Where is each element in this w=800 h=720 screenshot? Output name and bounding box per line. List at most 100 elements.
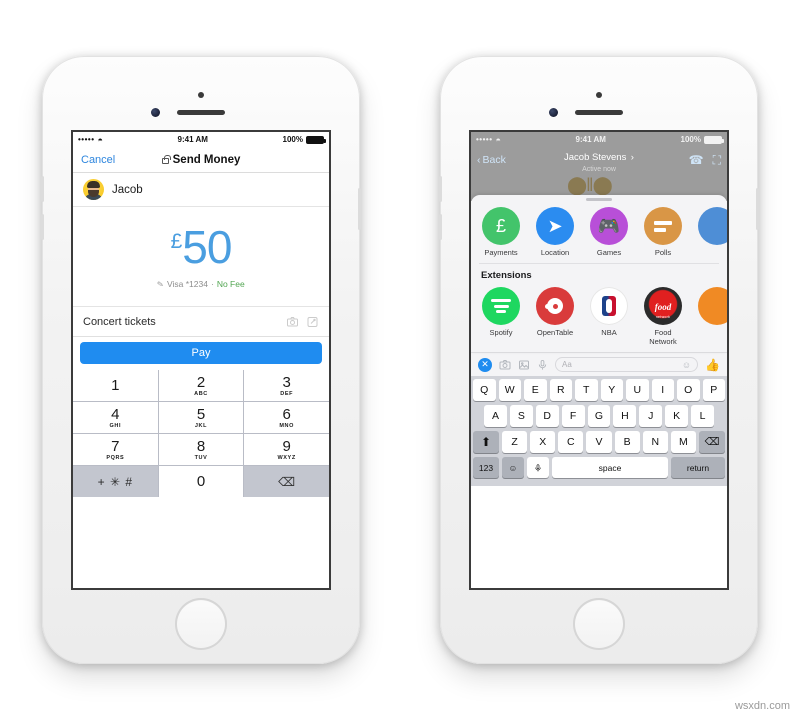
message-input-field[interactable]: Aa ☺: [555, 357, 699, 372]
key-P[interactable]: P: [702, 379, 725, 401]
emoji-key[interactable]: ☺: [502, 457, 524, 478]
key-Z[interactable]: Z: [502, 431, 528, 453]
key-4[interactable]: 4 GHI: [73, 402, 158, 433]
key-L[interactable]: L: [691, 405, 715, 427]
key-9[interactable]: 9 WXYZ: [244, 434, 329, 465]
key-letters: TUV: [194, 454, 208, 461]
navbar-actions: ☎ ⛶: [689, 153, 721, 168]
key-Q[interactable]: Q: [473, 379, 496, 401]
photos-icon[interactable]: [518, 359, 530, 371]
key-M[interactable]: M: [670, 431, 696, 453]
app-shortcuts-row: £ Payments ➤ Location 🎮 Games Polls: [471, 203, 727, 263]
video-icon[interactable]: ⛶: [713, 153, 721, 168]
volume-up-button[interactable]: [41, 176, 44, 202]
key-D[interactable]: D: [535, 405, 559, 427]
home-button-left[interactable]: [175, 598, 227, 650]
volume-up-button[interactable]: [439, 176, 442, 202]
key-K[interactable]: K: [665, 405, 689, 427]
mic-key[interactable]: [527, 457, 549, 478]
key-W[interactable]: W: [498, 379, 521, 401]
edit-pencil-icon[interactable]: ✎: [157, 279, 165, 289]
key-B[interactable]: B: [614, 431, 640, 453]
sticker-icon[interactable]: [306, 316, 319, 328]
key-C[interactable]: C: [558, 431, 584, 453]
keyboard-row-3: ⬆ ZXCVBNM ⌫: [473, 431, 725, 453]
pay-button[interactable]: Pay: [80, 342, 322, 364]
mic-icon[interactable]: [537, 359, 548, 371]
key-symbols[interactable]: + ✳ #: [73, 466, 158, 497]
ext-food-network[interactable]: food network Food Network: [641, 287, 685, 346]
power-button[interactable]: [358, 188, 361, 230]
ext-spotify[interactable]: Spotify: [479, 287, 523, 346]
app-label: NBA: [601, 328, 617, 337]
key-N[interactable]: N: [642, 431, 668, 453]
key-0[interactable]: 0: [158, 466, 244, 497]
key-E[interactable]: E: [524, 379, 547, 401]
power-button[interactable]: [756, 188, 759, 230]
key-digit: 8: [196, 437, 206, 455]
key-F[interactable]: F: [561, 405, 585, 427]
key-Y[interactable]: Y: [600, 379, 623, 401]
volume-down-button[interactable]: [41, 214, 44, 240]
camera-icon[interactable]: [499, 359, 511, 371]
send-money-navbar: Cancel Send Money: [73, 147, 329, 173]
ext-opentable[interactable]: OpenTable: [533, 287, 577, 346]
close-icon[interactable]: ✕: [478, 357, 492, 372]
key-V[interactable]: V: [586, 431, 612, 453]
battery-icon: [306, 135, 326, 144]
key-letters: GHI: [109, 422, 122, 429]
key-I[interactable]: I: [651, 379, 674, 401]
key-2[interactable]: 2 ABC: [158, 370, 244, 401]
key-J[interactable]: J: [639, 405, 663, 427]
food-network-icon: food network: [644, 287, 682, 325]
app-payments[interactable]: £ Payments: [479, 207, 523, 257]
thumbs-up-icon[interactable]: 👍: [705, 358, 720, 372]
key-1[interactable]: 1: [73, 370, 158, 401]
memo-input[interactable]: Concert tickets: [83, 316, 279, 328]
key-O[interactable]: O: [677, 379, 700, 401]
return-key[interactable]: return: [671, 457, 725, 478]
camera-icon[interactable]: [286, 316, 299, 328]
key-U[interactable]: U: [626, 379, 649, 401]
amount-area[interactable]: £ 50 ✎ Visa *1234 · No Fee: [73, 207, 329, 307]
app-more[interactable]: [695, 207, 727, 257]
contact-name: Jacob Stevens: [564, 152, 627, 163]
ext-more[interactable]: [695, 287, 727, 346]
key-6[interactable]: 6 MNO: [244, 402, 329, 433]
keyboard-row-4: 123 ☺ space return: [473, 457, 725, 478]
key-backspace[interactable]: ⌫: [244, 466, 329, 497]
phone-icon[interactable]: ☎: [689, 153, 704, 167]
key-G[interactable]: G: [587, 405, 611, 427]
key-S[interactable]: S: [509, 405, 533, 427]
home-button-right[interactable]: [573, 598, 625, 650]
key-7[interactable]: 7 PQRS: [73, 434, 158, 465]
location-icon: ➤: [536, 207, 574, 245]
numbers-key[interactable]: 123: [473, 457, 499, 478]
status-bar-left: ••••• ◓ 9:41 AM 100%: [73, 132, 329, 147]
key-A[interactable]: A: [484, 405, 507, 427]
app-location[interactable]: ➤ Location: [533, 207, 577, 257]
ext-nba[interactable]: NBA: [587, 287, 631, 346]
key-digit: 0: [196, 473, 206, 490]
key-R[interactable]: R: [549, 379, 572, 401]
key-H[interactable]: H: [613, 405, 637, 427]
payment-method-row[interactable]: ✎ Visa *1234 · No Fee: [157, 279, 245, 289]
recipient-row[interactable]: Jacob: [73, 173, 329, 207]
app-label: Games: [596, 248, 622, 257]
app-games[interactable]: 🎮 Games: [587, 207, 631, 257]
app-polls[interactable]: Polls: [641, 207, 685, 257]
shift-key[interactable]: ⬆: [473, 431, 499, 453]
emoji-icon[interactable]: ☺: [682, 360, 691, 370]
sheet-grabber[interactable]: [586, 198, 612, 201]
keyboard-row-1: QWERTYUIOP: [473, 379, 725, 401]
key-5[interactable]: 5 JKL: [158, 402, 244, 433]
key-3[interactable]: 3 DEF: [244, 370, 329, 401]
key-X[interactable]: X: [530, 431, 556, 453]
poll-bars: [654, 220, 672, 232]
memo-row[interactable]: Concert tickets: [73, 307, 329, 337]
backspace-key[interactable]: ⌫: [699, 431, 725, 453]
key-8[interactable]: 8 TUV: [158, 434, 244, 465]
space-key[interactable]: space: [552, 457, 668, 478]
volume-down-button[interactable]: [439, 214, 442, 240]
key-T[interactable]: T: [575, 379, 598, 401]
